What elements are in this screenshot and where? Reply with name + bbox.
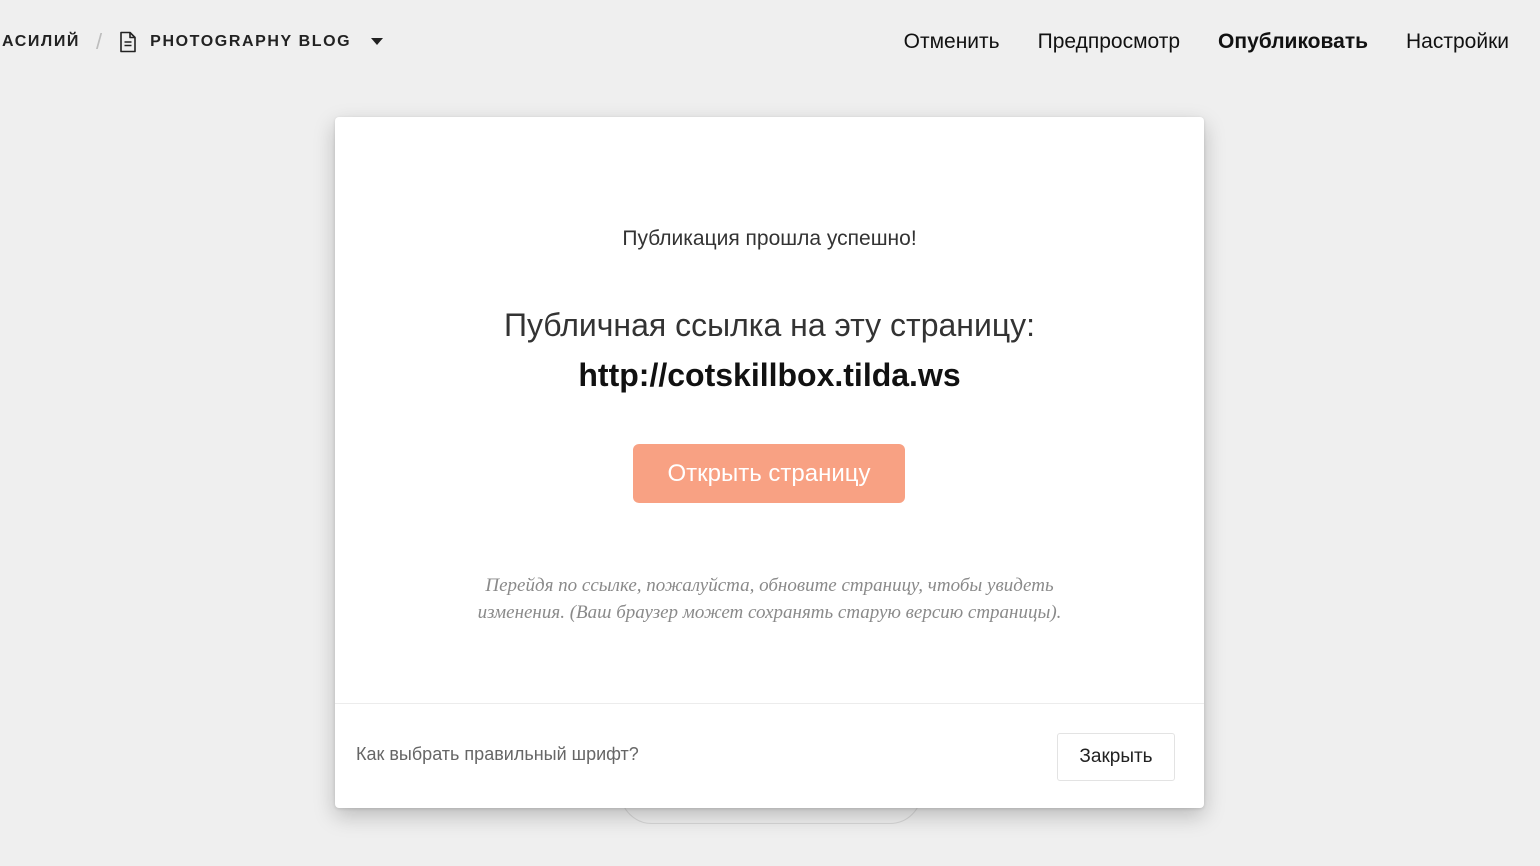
- refresh-note: Перейдя по ссылке, пожалуйста, обновите …: [477, 575, 1062, 623]
- cancel-button[interactable]: Отменить: [904, 30, 1000, 54]
- font-help-link[interactable]: Как выбрать правильный шрифт?: [356, 744, 639, 765]
- document-icon: [118, 31, 138, 53]
- top-bar: АСИЛИЙ / PHOTOGRAPHY BLOG Отменить Предп…: [0, 0, 1540, 84]
- publish-status-text: Публикация прошла успешно!: [622, 227, 917, 250]
- publish-button[interactable]: Опубликовать: [1218, 30, 1368, 54]
- close-button[interactable]: Закрыть: [1057, 733, 1175, 781]
- preview-button[interactable]: Предпросмотр: [1038, 30, 1180, 54]
- breadcrumb-project[interactable]: АСИЛИЙ: [0, 33, 80, 51]
- top-actions: Отменить Предпросмотр Опубликовать Настр…: [904, 28, 1509, 56]
- caret-down-icon[interactable]: [371, 38, 384, 46]
- breadcrumb-page-name[interactable]: PHOTOGRAPHY BLOG: [150, 33, 351, 51]
- breadcrumb: АСИЛИЙ / PHOTOGRAPHY BLOG: [0, 28, 384, 56]
- open-page-button[interactable]: Открыть страницу: [633, 444, 905, 503]
- breadcrumb-separator: /: [96, 29, 103, 54]
- modal-divider: [335, 703, 1204, 704]
- public-url[interactable]: http://cotskillbox.tilda.ws: [335, 357, 1204, 394]
- public-link-heading: Публичная ссылка на эту страницу:: [503, 307, 1036, 343]
- publish-success-modal: Публикация прошла успешно! Публичная ссы…: [335, 117, 1204, 808]
- settings-button[interactable]: Настройки: [1406, 30, 1509, 54]
